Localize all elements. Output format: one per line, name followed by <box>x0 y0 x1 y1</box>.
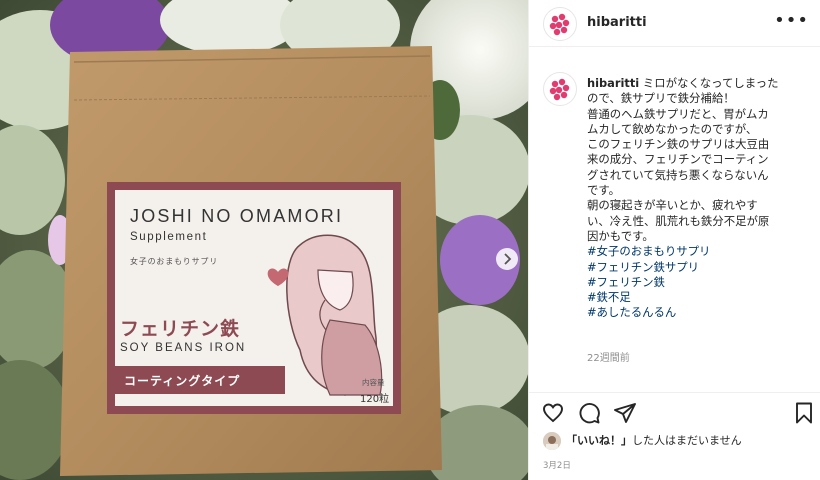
comment-icon[interactable] <box>577 401 601 425</box>
caption-line: グされていて気持ち悪くならないん <box>587 167 769 182</box>
avatar-icon <box>546 75 574 103</box>
hashtag-link[interactable]: #鉄不足 <box>587 290 807 305</box>
caption-line: ので、鉄サプリで鉄分補給！ <box>587 91 735 106</box>
post-header: hibaritti ••• <box>529 0 820 47</box>
caption-line: です。 <box>587 183 621 198</box>
coating-type-text: コーティングタイプ <box>124 374 241 388</box>
time-ago[interactable]: 22週間前 <box>587 349 630 364</box>
capacity-count: 120粒 <box>360 394 390 405</box>
product-name-jp: フェリチン鉄 <box>120 318 241 340</box>
brand-text: JOSHI NO OMAMORI <box>130 206 344 226</box>
hashtag-link[interactable]: #あしたるんるん <box>587 305 807 320</box>
supplement-text: Supplement <box>130 231 208 243</box>
caption-line: 来の成分、フェリチンでコーティン <box>587 152 769 167</box>
hashtag-link[interactable]: #女子のおまもりサプリ <box>587 244 807 259</box>
product-name-en: SOY BEANS IRON <box>120 342 247 354</box>
header-username[interactable]: hibaritti <box>587 15 647 30</box>
post-date: 3月2日 <box>543 461 571 471</box>
share-icon[interactable] <box>613 401 637 425</box>
action-bar <box>529 392 820 433</box>
caption-line: 朝の寝起きが辛いとか、疲れやす <box>587 198 758 213</box>
post-sidebar: hibaritti ••• hibaritti ミロがなくなってしまった ので、… <box>528 0 820 480</box>
avatar[interactable] <box>543 7 577 41</box>
liker-avatar <box>543 432 561 450</box>
caption-line: 因かもです。 <box>587 228 654 243</box>
more-horizontal-icon[interactable]: ••• <box>774 10 809 31</box>
hashtag-link[interactable]: #フェリチン鉄 <box>587 275 807 290</box>
post-photo[interactable]: JOSHI NO OMAMORI Supplement 女子のおまもりサプリ フ… <box>0 0 528 480</box>
jp-brand-text: 女子のおまもりサプリ <box>130 257 218 266</box>
caption-username[interactable]: hibaritti <box>587 76 639 90</box>
caption-line: い、冷え性、肌荒れも鉄分不足が原 <box>587 213 770 228</box>
caption-line: ムカして飲めなかったのですが、 <box>587 121 758 136</box>
caption-avatar[interactable] <box>543 72 577 106</box>
likes-line: 「いいね！」した人はまだいません <box>543 432 742 450</box>
chevron-right-icon <box>504 253 512 265</box>
avatar-icon <box>546 10 574 38</box>
liker-avatar-icon <box>543 432 561 450</box>
likes-bold-text[interactable]: 「いいね！」 <box>566 434 632 447</box>
capacity-label: 内容量 <box>362 378 385 387</box>
hashtag-link[interactable]: #フェリチン鉄サプリ <box>587 260 807 275</box>
likes-rest-text: した人はまだいません <box>632 434 742 447</box>
heart-icon[interactable] <box>541 401 565 425</box>
caption-line: このフェリチン鉄のサプリは大豆由 <box>587 137 770 152</box>
bookmark-icon[interactable] <box>792 401 816 425</box>
caption-line: 普通のヘム鉄サプリだと、胃がムカ <box>587 106 769 121</box>
product-label-text: JOSHI NO OMAMORI Supplement 女子のおまもりサプリ フ… <box>120 0 390 480</box>
next-image-button[interactable] <box>496 248 518 270</box>
post-caption: hibaritti ミロがなくなってしまった ので、鉄サプリで鉄分補給！ 普通の… <box>587 76 807 321</box>
caption-first-line: hibaritti ミロがなくなってしまった <box>587 76 779 90</box>
